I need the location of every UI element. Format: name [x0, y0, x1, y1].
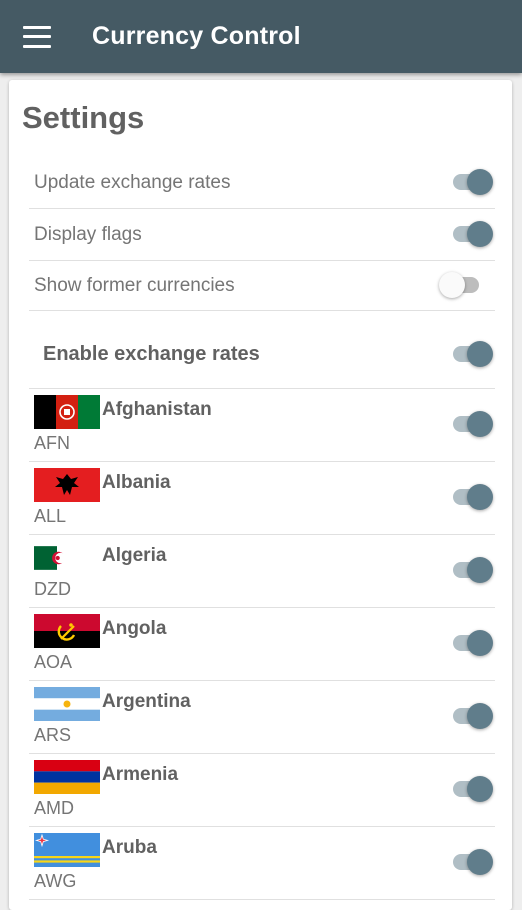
currency-code: AOA: [34, 652, 73, 672]
option-show-former-currencies[interactable]: Show former currencies: [29, 261, 495, 311]
enable-rates-switch[interactable]: [449, 339, 493, 369]
app-title: Currency Control: [92, 22, 301, 50]
angola-switch[interactable]: [449, 628, 493, 658]
show-former-switch[interactable]: [439, 270, 483, 300]
algeria-flag-icon: [34, 546, 80, 570]
country-name: Algeria: [102, 545, 167, 566]
afghanistan-flag-icon: [34, 395, 100, 429]
settings-card: Settings Update exchange rates Display f…: [9, 80, 512, 910]
enable-rates-label: Enable exchange rates: [43, 343, 260, 365]
aruba-switch[interactable]: [449, 847, 493, 877]
country-row-angola[interactable]: Angola AOA: [29, 608, 495, 681]
country-row-armenia[interactable]: Armenia AMD: [29, 754, 495, 827]
armenia-flag-icon: [34, 760, 100, 794]
country-name: Argentina: [102, 691, 191, 712]
country-name: Aruba: [102, 837, 157, 858]
argentina-flag-icon: [34, 687, 100, 721]
country-row-afghanistan[interactable]: Afghanistan AFN: [29, 389, 495, 462]
argentina-switch[interactable]: [449, 701, 493, 731]
country-name: Armenia: [102, 764, 179, 785]
albania-flag-icon: [34, 468, 100, 502]
app-bar: Currency Control: [0, 0, 522, 73]
currency-code: AWG: [34, 871, 77, 891]
albania-switch[interactable]: [449, 482, 493, 512]
currency-code: DZD: [34, 579, 71, 599]
aruba-flag-icon: [34, 833, 100, 867]
menu-icon[interactable]: [23, 25, 51, 48]
option-label: Update exchange rates: [34, 172, 231, 193]
country-row-algeria[interactable]: Algeria DZD: [29, 535, 495, 608]
angola-flag-icon: [34, 614, 100, 648]
display-flags-switch[interactable]: [449, 219, 493, 249]
country-name: Afghanistan: [102, 399, 212, 420]
settings-heading: Settings: [22, 100, 145, 135]
option-update-exchange-rates[interactable]: Update exchange rates: [29, 157, 495, 209]
armenia-switch[interactable]: [449, 774, 493, 804]
option-label: Display flags: [34, 224, 142, 245]
enable-exchange-rates-row[interactable]: Enable exchange rates: [29, 311, 495, 389]
update-rates-switch[interactable]: [449, 167, 493, 197]
option-display-flags[interactable]: Display flags: [29, 209, 495, 261]
currency-code: ALL: [34, 506, 67, 526]
country-name: Albania: [102, 472, 171, 493]
country-name: Angola: [102, 618, 167, 639]
afghanistan-switch[interactable]: [449, 409, 493, 439]
option-label: Show former currencies: [34, 275, 235, 296]
country-row-aruba[interactable]: Aruba AWG: [29, 827, 495, 900]
algeria-switch[interactable]: [449, 555, 493, 585]
currency-code: AMD: [34, 798, 74, 818]
currency-code: AFN: [34, 433, 70, 453]
currency-code: ARS: [34, 725, 72, 745]
country-row-albania[interactable]: Albania ALL: [29, 462, 495, 535]
country-row-argentina[interactable]: Argentina ARS: [29, 681, 495, 754]
